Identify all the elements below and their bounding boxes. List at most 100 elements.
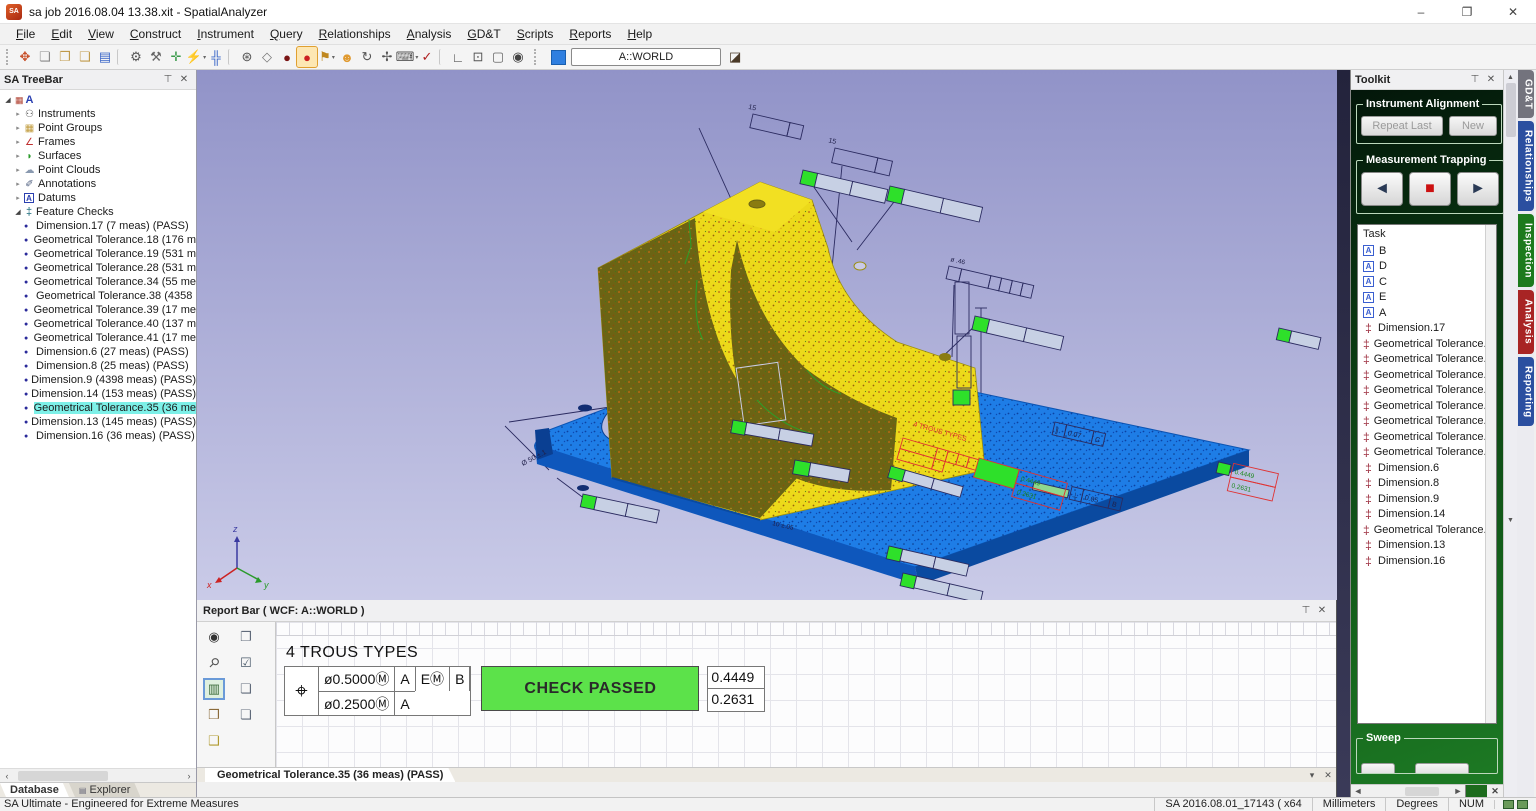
task-list-scrollbar[interactable] [1485, 225, 1496, 723]
tree-check-item[interactable]: ● Dimension.6 (27 meas) (PASS) [0, 345, 196, 359]
close-panel-icon[interactable]: ✕ [1483, 74, 1499, 85]
expand-arrow-icon[interactable]: ▸ [13, 152, 23, 160]
report-doc-icon[interactable]: ❏ [237, 680, 255, 698]
tree-check-item[interactable]: ● Geometrical Tolerance.18 (176 m [0, 233, 196, 247]
toolkit-vscrollbar[interactable]: ▲ ▼ [1503, 70, 1517, 797]
save-icon[interactable]: ▤ [95, 47, 115, 67]
menu-edit[interactable]: Edit [43, 24, 80, 44]
menu-view[interactable]: View [80, 24, 122, 44]
task-check-item[interactable]: ‡ Geometrical Tolerance.41 [1363, 445, 1496, 461]
tree-check-item[interactable]: ● Geometrical Tolerance.41 (17 me [0, 331, 196, 345]
scale-icon[interactable]: ∟ [448, 47, 468, 67]
menu-query[interactable]: Query [262, 24, 311, 44]
side-tab-relationships[interactable]: Relationships [1518, 121, 1534, 211]
scroll-left-icon[interactable]: ◄ [1351, 786, 1365, 796]
trap-previous-button[interactable]: ◄ [1361, 172, 1403, 206]
tree-check-item[interactable]: ● Geometrical Tolerance.34 (55 me [0, 275, 196, 289]
working-frame-combo[interactable]: A::WORLD [571, 48, 721, 66]
trap-stop-button[interactable]: ■ [1409, 172, 1451, 206]
scroll-thumb[interactable] [18, 771, 108, 781]
toolkit-hscrollbar[interactable]: ◄ ► ✕ [1351, 784, 1503, 797]
close-panel-icon[interactable]: ✕ [1314, 605, 1330, 616]
instrument-tools-icon[interactable]: ⚒ [146, 47, 166, 67]
sa-logo-icon[interactable]: ✥ [15, 47, 35, 67]
close-toolkit-icon[interactable]: ✕ [1487, 786, 1503, 797]
tree-check-item[interactable]: ● Dimension.9 (4398 meas) (PASS) [0, 373, 196, 387]
report-options-icon[interactable]: ☑ [237, 654, 255, 672]
menu-file[interactable]: File [8, 24, 43, 44]
tree-check-item[interactable]: ● Geometrical Tolerance.35 (36 me [0, 401, 196, 415]
task-check-item[interactable]: ‡ Geometrical Tolerance.19 [1363, 352, 1496, 368]
tree-check-item[interactable]: ● Dimension.13 (145 meas) (PASS) [0, 415, 196, 429]
task-check-item[interactable]: ‡ Geometrical Tolerance.40 [1363, 429, 1496, 445]
task-check-item[interactable]: ‡ Geometrical Tolerance.39 [1363, 414, 1496, 430]
tree-check-item[interactable]: ● Dimension.17 (7 meas) (PASS) [0, 219, 196, 233]
viewport-3d[interactable]: 15 15 [197, 70, 1336, 600]
report-doc2-icon[interactable]: ❏ [237, 706, 255, 724]
expand-arrow-icon[interactable]: ▸ [13, 180, 23, 188]
task-datum-item[interactable]: A B [1363, 243, 1496, 259]
paint-bucket-icon[interactable]: ◪ [729, 49, 741, 65]
task-check-item[interactable]: ‡ Dimension.14 [1363, 507, 1496, 523]
close-button[interactable]: ✕ [1490, 0, 1536, 23]
panel-splitter[interactable] [1337, 70, 1350, 797]
pin-icon[interactable]: ⊤ [1298, 605, 1314, 616]
tree-hierarchy-icon[interactable]: ╬ [206, 47, 226, 67]
task-check-item[interactable]: ‡ Geometrical Tolerance.28 [1363, 367, 1496, 383]
task-datum-item[interactable]: A A [1363, 305, 1496, 321]
report-tab-active[interactable]: Geometrical Tolerance.35 (36 meas) (PASS… [205, 768, 455, 782]
menu-construct[interactable]: Construct [122, 24, 189, 44]
scroll-thumb[interactable] [1405, 787, 1439, 796]
task-datum-item[interactable]: A E [1363, 290, 1496, 306]
tree-point-clouds[interactable]: ▸ ☁ Point Clouds [0, 163, 196, 177]
tab-database[interactable]: Database [0, 783, 69, 797]
expand-arrow-icon[interactable]: ▸ [13, 166, 23, 174]
helm-icon[interactable]: ⊛ [237, 47, 257, 67]
repeat-last-button[interactable]: Repeat Last [1361, 116, 1443, 136]
settings-gear-icon[interactable]: ⚙ [126, 47, 146, 67]
watch-window-icon[interactable]: ☻ [337, 47, 357, 67]
minimize-button[interactable]: – [1398, 0, 1444, 23]
task-check-item[interactable]: ‡ Dimension.17 [1363, 321, 1496, 337]
tree-root[interactable]: ◢ ▦ A [0, 93, 196, 107]
menu-help[interactable]: Help [619, 24, 660, 44]
expand-arrow-icon[interactable]: ◢ [13, 208, 23, 216]
inspect-zoom-icon[interactable]: ⚲ [201, 650, 226, 675]
tree-instruments[interactable]: ▸ ⚇ Instruments [0, 107, 196, 121]
menu-scripts[interactable]: Scripts [509, 24, 562, 44]
task-check-item[interactable]: ‡ Dimension.9 [1363, 491, 1496, 507]
scroll-up-icon[interactable]: ▲ [1507, 70, 1514, 83]
report-new-page-icon[interactable]: ❑ [205, 732, 223, 750]
tab-close-icon[interactable]: ✕ [1320, 768, 1336, 782]
new-file-icon[interactable]: ❏ [35, 47, 55, 67]
tree-hscrollbar[interactable]: ‹ › [0, 768, 196, 782]
scroll-left-icon[interactable]: ‹ [0, 771, 14, 781]
tree-check-item[interactable]: ● Dimension.14 (153 meas) (PASS) [0, 387, 196, 401]
task-check-item[interactable]: ‡ Dimension.8 [1363, 476, 1496, 492]
report-copy-page-icon[interactable]: ❒ [205, 706, 223, 724]
keyboard-entry-icon[interactable]: ⌨ [397, 47, 417, 67]
side-tab-reporting[interactable]: Reporting [1518, 357, 1534, 427]
toolbar-icon[interactable] [117, 49, 124, 65]
trap-next-button[interactable]: ► [1457, 172, 1499, 206]
sweep-button[interactable] [1415, 763, 1469, 774]
side-tab-inspection[interactable]: Inspection [1518, 214, 1534, 287]
tree-check-item[interactable]: ● Geometrical Tolerance.19 (531 m [0, 247, 196, 261]
expand-arrow-icon[interactable]: ▸ [13, 124, 23, 132]
expand-arrow-icon[interactable]: ▸ [13, 138, 23, 146]
restore-button[interactable]: ❐ [1444, 0, 1490, 23]
tree-datums[interactable]: ▸ A Datums [0, 191, 196, 205]
scroll-right-icon[interactable]: ► [1451, 786, 1465, 796]
screen-capture-icon[interactable]: ◉ [508, 47, 528, 67]
menu-instrument[interactable]: Instrument [189, 24, 262, 44]
frame-color-swatch[interactable] [551, 50, 566, 65]
task-check-item[interactable]: ‡ Geometrical Tolerance.18 [1363, 336, 1496, 352]
snapshot-camera-icon[interactable]: ◉ [205, 628, 223, 646]
tree-annotations[interactable]: ▸ ✐ Annotations [0, 177, 196, 191]
dark-sphere-icon[interactable]: ● [277, 47, 297, 67]
toolbar-icon[interactable] [228, 49, 235, 65]
feature-control-frame[interactable]: ⌖ ø0.5000ⓂAEⓂB ø0.2500ⓂA [284, 666, 471, 716]
task-check-item[interactable]: ‡ Dimension.16 [1363, 553, 1496, 569]
flag-icon[interactable]: ⚑ [317, 47, 337, 67]
scroll-down-icon[interactable]: ▼ [1507, 517, 1514, 524]
